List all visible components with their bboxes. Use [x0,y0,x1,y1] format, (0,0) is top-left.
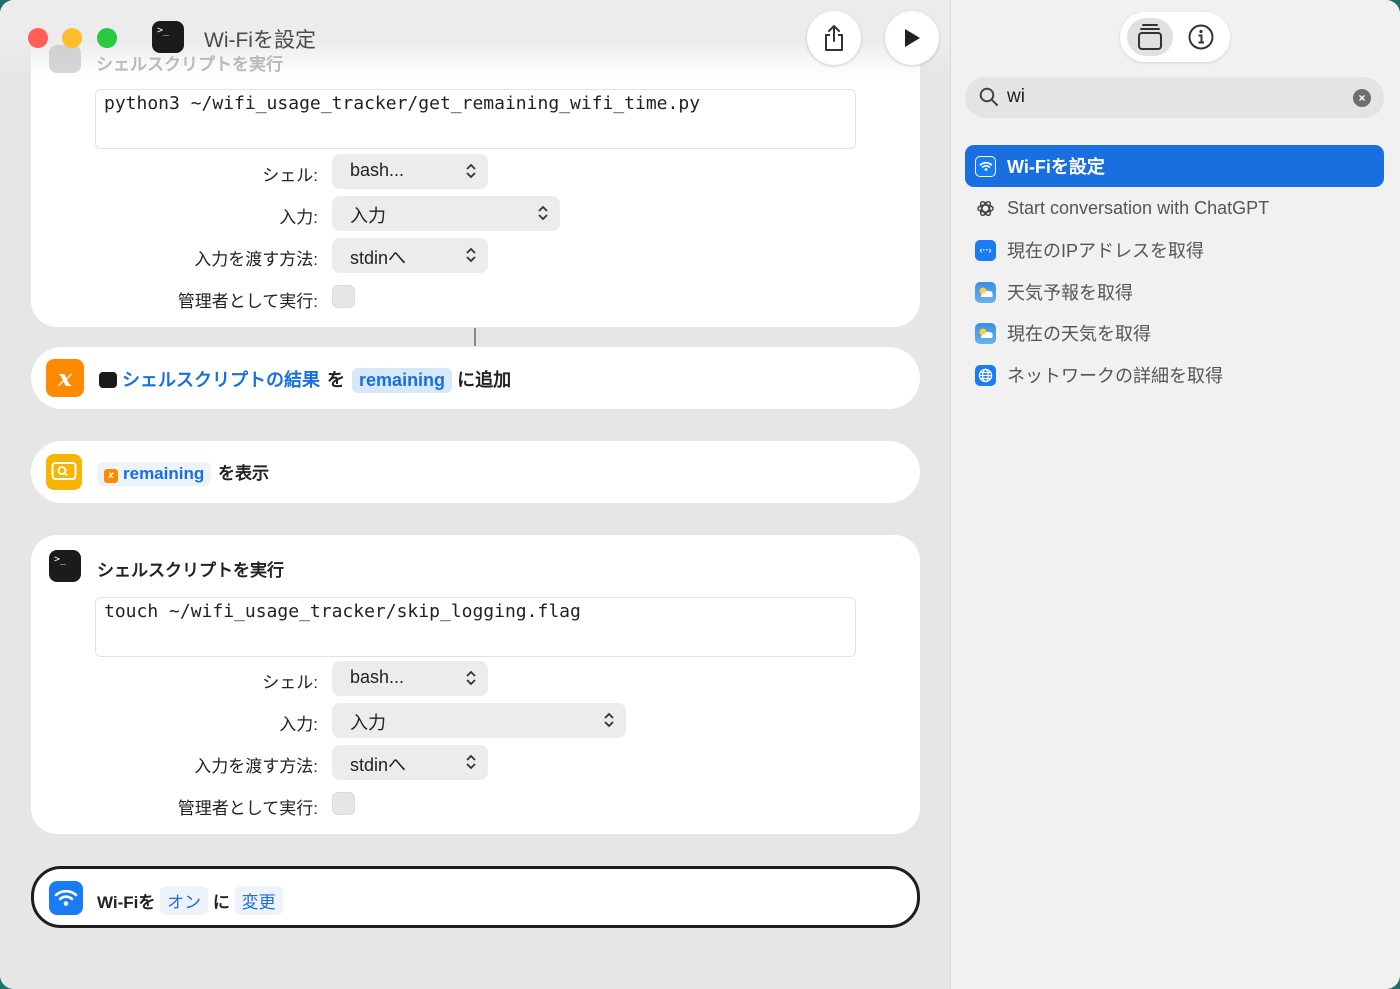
add-to-variable-sentence: シェルスクリプトの結果 を remaining に追加 [99,364,511,394]
close-window-button[interactable] [28,28,48,48]
result-label: 現在の天気を取得 [1007,324,1151,344]
show-result-action[interactable]: x remaining を表示 [31,441,920,503]
share-button[interactable] [807,11,861,65]
result-label: 天気予報を取得 [1007,283,1133,303]
ip-address-icon: ‹··› [975,239,996,261]
run-as-admin-checkbox[interactable] [332,285,355,308]
shell-select[interactable]: bash... [332,154,488,189]
result-chatgpt[interactable]: Start conversation with ChatGPT [965,187,1384,229]
chevron-updown-icon [604,712,614,728]
shell-result-token[interactable]: シェルスクリプトの結果 [99,364,320,394]
window-title: Wi-Fiを設定 [204,29,316,52]
run-as-admin-checkbox[interactable] [332,792,355,815]
set-wifi-sentence: Wi-Fiを オン に 変更 [97,886,283,915]
pass-input-label: 入力を渡す方法: [194,250,318,269]
variable-token-label: remaining [123,464,205,483]
shell-select-value: bash... [350,667,405,687]
result-set-wifi[interactable]: Wi-Fiを設定 [965,145,1384,187]
pass-input-select-value: stdinへ [350,248,407,268]
play-icon [905,29,920,47]
input-select[interactable]: 入力 [332,703,626,738]
input-select[interactable]: 入力 [332,196,560,231]
shell-label: シェル: [262,673,318,692]
shell-result-token-label: シェルスクリプトの結果 [122,370,320,390]
title-bar: シェルスクリプトを実行 >_ Wi-Fiを設定 [0,0,950,75]
action-search-field[interactable]: × [965,77,1384,118]
terminal-icon [99,372,117,388]
joiner-text: を [327,370,346,390]
run-button[interactable] [885,11,939,65]
pass-input-select[interactable]: stdinへ [332,238,488,273]
details-tab[interactable] [1178,18,1224,56]
action-connector [474,328,476,346]
wifi-joiner-text: に [212,893,230,912]
input-select-value: 入力 [350,713,386,733]
chevron-updown-icon [466,163,476,179]
result-get-ip-address[interactable]: ‹··› 現在のIPアドレスを取得 [965,229,1384,271]
minimize-window-button[interactable] [62,28,82,48]
result-get-network-details[interactable]: ネットワークの詳細を取得 [965,354,1384,396]
weather-icon [975,322,996,344]
sidebar-mode-toggle [1120,12,1230,62]
pass-input-select[interactable]: stdinへ [332,745,488,780]
variable-x-icon: x [46,359,84,397]
set-wifi-action[interactable]: Wi-Fiを オン に 変更 [31,866,920,928]
shortcuts-window: python3 ~/wifi_usage_tracker/get_remaini… [0,0,1400,989]
input-select-value: 入力 [350,206,386,226]
wifi-icon [49,881,83,915]
show-result-sentence: x remaining を表示 [97,459,269,486]
pass-input-label: 入力を渡す方法: [194,757,318,776]
script-editor[interactable]: python3 ~/wifi_usage_tracker/get_remaini… [95,89,856,149]
shell-select-value: bash... [350,160,405,180]
globe-icon [975,364,996,386]
shortcut-editor: python3 ~/wifi_usage_tracker/get_remaini… [0,0,950,989]
run-shell-script-action-2[interactable]: >_ シェルスクリプトを実行 touch ~/wifi_usage_tracke… [31,535,920,834]
clear-search-icon[interactable]: × [1353,89,1371,107]
input-label: 入力: [279,208,318,227]
variable-token[interactable]: x remaining [97,462,212,486]
terminal-icon [49,45,81,73]
chevron-updown-icon [466,754,476,770]
wifi-icon [975,155,996,177]
wifi-prefix-text: Wi-Fiを [97,893,156,912]
result-get-current-weather[interactable]: 現在の天気を取得 [965,312,1384,354]
show-result-icon [46,454,82,490]
result-label: ネットワークの詳細を取得 [1007,366,1223,386]
chevron-updown-icon [538,205,548,221]
chevron-updown-icon [466,247,476,263]
zoom-window-button[interactable] [97,28,117,48]
variable-name-token[interactable]: remaining [352,368,453,393]
add-to-variable-action[interactable]: x シェルスクリプトの結果 を remaining に追加 [31,347,920,409]
terminal-app-icon: >_ [152,21,184,53]
script-editor[interactable]: touch ~/wifi_usage_tracker/skip_logging.… [95,597,856,657]
chevron-updown-icon [466,670,476,686]
variable-x-icon: x [104,469,118,483]
wifi-state-token[interactable]: オン [160,886,209,915]
pass-input-select-value: stdinへ [350,755,407,775]
shell-select[interactable]: bash... [332,661,488,696]
search-input[interactable] [1007,85,1337,109]
search-icon [979,87,998,106]
shell-label: シェル: [262,166,318,185]
result-label: Start conversation with ChatGPT [1007,197,1270,218]
info-icon [1188,24,1214,50]
chatgpt-icon [975,198,996,219]
result-label: 現在のIPアドレスを取得 [1007,241,1205,261]
action-library-tab[interactable] [1127,18,1173,56]
result-label: Wi-Fiを設定 [1007,157,1105,177]
weather-icon [975,281,996,303]
input-label: 入力: [279,715,318,734]
run-as-admin-label: 管理者として実行: [177,799,318,818]
action-title: シェルスクリプトを実行 [97,561,284,580]
library-stack-icon [1138,24,1162,50]
wifi-mode-token[interactable]: 変更 [234,886,283,915]
terminal-icon: >_ [49,550,81,582]
add-suffix-text: に追加 [457,370,512,390]
result-get-weather-forecast[interactable]: 天気予報を取得 [965,271,1384,313]
share-icon [825,25,843,51]
show-suffix-text: を表示 [217,464,269,483]
run-as-admin-label: 管理者として実行: [177,292,318,311]
